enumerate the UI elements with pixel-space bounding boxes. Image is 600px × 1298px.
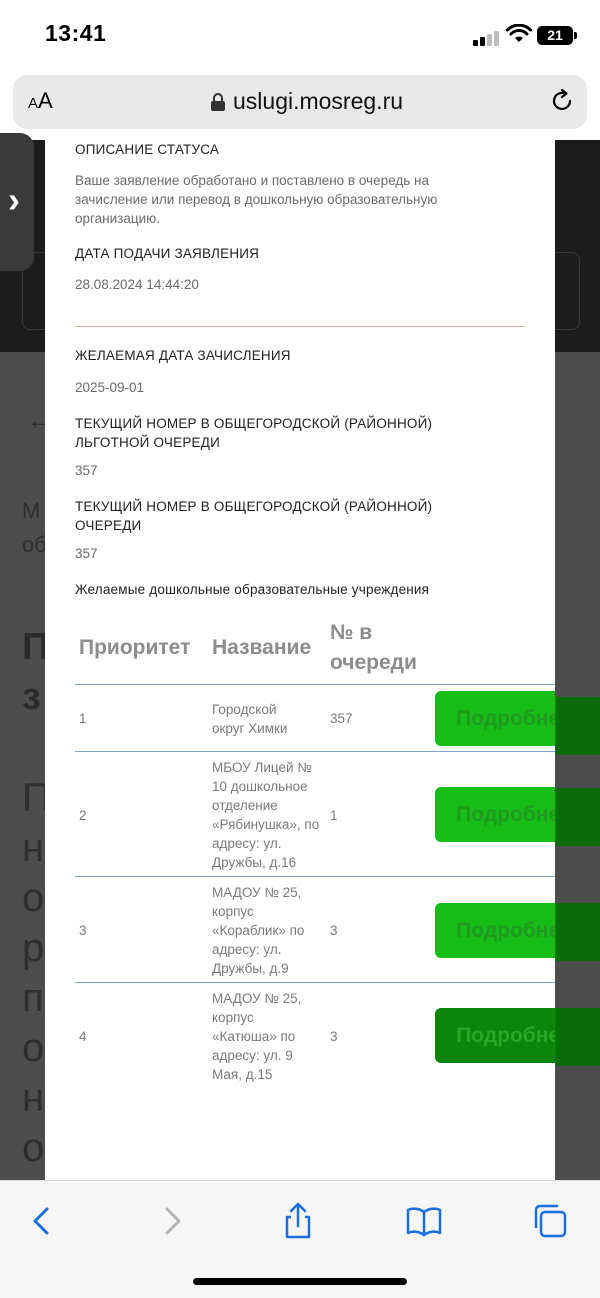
background-letter: о	[22, 1126, 45, 1170]
url-text[interactable]: uslugi.mosreg.ru	[233, 88, 403, 115]
bookmarks-icon[interactable]	[404, 1201, 444, 1241]
tabs-icon[interactable]	[530, 1201, 570, 1241]
background-letter: н	[22, 826, 45, 870]
background-text: М	[22, 498, 41, 523]
address-bar[interactable]: AA uslugi.mosreg.ru	[13, 75, 587, 129]
background-letter: р	[22, 926, 45, 970]
text-size-small-label: A	[28, 95, 39, 112]
background-letter: н	[22, 1076, 45, 1120]
table-row-divider	[75, 982, 555, 983]
row-priority: 4	[79, 1029, 87, 1044]
row-priority: 3	[79, 923, 87, 938]
general-queue-label: ТЕКУЩИЙ НОМЕР В ОБЩЕГОРОДСКОЙ (РАЙОННОЙ)…	[75, 499, 433, 533]
details-button[interactable]: Подробнее	[435, 691, 555, 746]
background-letter: о	[22, 1026, 45, 1070]
background-button	[556, 1008, 600, 1066]
details-button[interactable]: Подробнее	[435, 903, 555, 958]
back-icon[interactable]	[22, 1201, 62, 1241]
battery-level: 21	[547, 27, 563, 43]
details-button[interactable]: Подробнее	[435, 787, 555, 842]
background-button	[556, 697, 600, 755]
privileged-queue-number: 357	[75, 463, 98, 478]
battery-icon: 21	[537, 26, 577, 45]
lock-icon	[211, 93, 225, 111]
background-button	[556, 903, 600, 961]
institutions-label: Желаемые дошкольные образовательные учре…	[75, 582, 430, 597]
background-text: об	[22, 532, 47, 557]
row-queue-number: 357	[330, 711, 353, 726]
table-row-divider	[75, 751, 555, 752]
section-divider	[75, 326, 525, 327]
status-bar: 13:41 21	[0, 0, 600, 72]
background-letter: о	[22, 876, 45, 920]
table-header-queue-number: № в очереди	[330, 621, 417, 674]
wifi-icon	[506, 24, 532, 42]
table-header-priority: Приоритет	[79, 636, 191, 659]
submission-date: 28.08.2024 14:44:20	[75, 277, 199, 292]
table-row-divider	[75, 876, 555, 877]
status-description: Ваше заявление обработано и поставлено в…	[75, 173, 438, 226]
text-size-button[interactable]: AA	[28, 88, 53, 114]
share-icon[interactable]	[278, 1201, 318, 1241]
desired-date-label: ЖЕЛАЕМАЯ ДАТА ЗАЧИСЛЕНИЯ	[75, 348, 291, 363]
side-panel-tab[interactable]: ›	[0, 133, 34, 271]
text-size-large-label: A	[38, 88, 53, 113]
reload-icon[interactable]	[548, 87, 576, 115]
application-status-modal: ОПИСАНИЕ СТАТУСА Ваше заявление обработа…	[45, 140, 555, 1180]
row-queue-number: 1	[330, 808, 338, 823]
status-time: 13:41	[45, 20, 107, 46]
row-queue-number: 3	[330, 923, 338, 938]
cellular-signal-icon	[473, 30, 499, 46]
table-row-divider	[75, 684, 555, 685]
chevron-right-icon: ›	[8, 179, 20, 220]
table-header-name: Название	[212, 636, 312, 659]
row-priority: 1	[79, 711, 87, 726]
background-heading: з	[22, 676, 41, 718]
submission-date-label: ДАТА ПОДАЧИ ЗАЯВЛЕНИЯ	[75, 246, 260, 261]
background-button	[556, 788, 600, 846]
row-name: МАДОУ № 25, корпус «Катюша» по адресу: у…	[212, 991, 302, 1082]
status-description-label: ОПИСАНИЕ СТАТУСА	[75, 142, 220, 157]
desired-date: 2025-09-01	[75, 380, 145, 395]
row-name: МБОУ Лицей № 10 дошкольное отделение «Ря…	[212, 760, 320, 870]
privileged-queue-label: ТЕКУЩИЙ НОМЕР В ОБЩЕГОРОДСКОЙ (РАЙОННОЙ)…	[75, 416, 433, 450]
home-indicator	[193, 1278, 407, 1285]
row-priority: 2	[79, 808, 87, 823]
general-queue-number: 357	[75, 546, 98, 561]
row-name: МАДОУ № 25, корпус «Кораблик» по адресу:…	[212, 885, 305, 976]
details-button[interactable]: Подробнее	[435, 1008, 555, 1063]
background-letter: п	[22, 976, 44, 1020]
row-queue-number: 3	[330, 1029, 338, 1044]
forward-icon[interactable]	[152, 1201, 192, 1241]
row-name: Городской округ Химки	[212, 702, 288, 736]
